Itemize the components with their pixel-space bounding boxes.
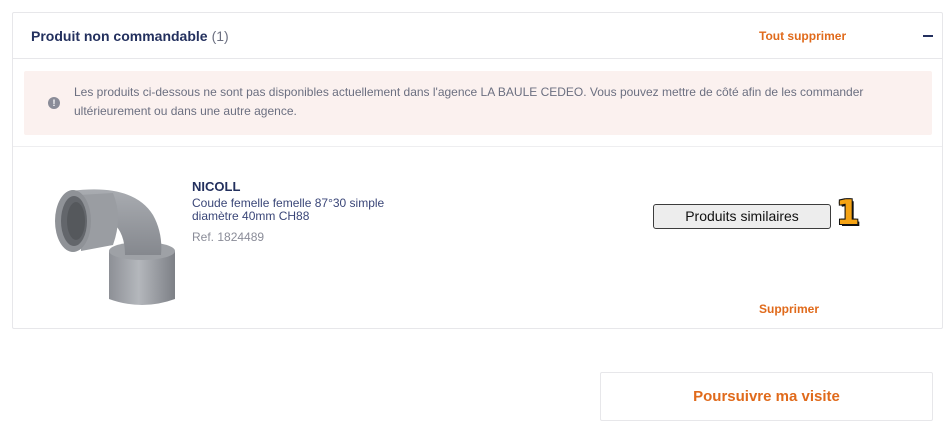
product-brand[interactable]: NICOLL — [192, 179, 240, 194]
product-description[interactable]: Coude femelle femelle 87°30 simple diamè… — [192, 197, 402, 223]
similar-products-button[interactable]: Produits similaires — [653, 204, 831, 229]
availability-notice: ! Les produits ci-dessous ne sont pas di… — [24, 71, 932, 135]
panel-header: Produit non commandable (1) Tout supprime… — [13, 13, 942, 59]
divider — [13, 146, 942, 147]
panel-title: Produit non commandable (1) — [31, 28, 229, 44]
collapse-icon[interactable] — [923, 35, 933, 37]
step-marker: 1 — [836, 193, 860, 233]
info-icon: ! — [48, 97, 60, 109]
continue-browsing-button[interactable]: Poursuivre ma visite — [600, 372, 933, 421]
remove-all-link[interactable]: Tout supprimer — [759, 29, 846, 43]
product-reference: Ref. 1824489 — [192, 230, 265, 244]
product-image[interactable] — [41, 181, 181, 313]
panel-item-count: (1) — [211, 28, 229, 44]
remove-product-link[interactable]: Supprimer — [759, 302, 819, 316]
notice-text: Les produits ci-dessous ne sont pas disp… — [74, 85, 864, 118]
panel-title-text: Produit non commandable — [31, 28, 208, 44]
unorderable-products-panel: Produit non commandable (1) Tout supprime… — [12, 12, 943, 329]
